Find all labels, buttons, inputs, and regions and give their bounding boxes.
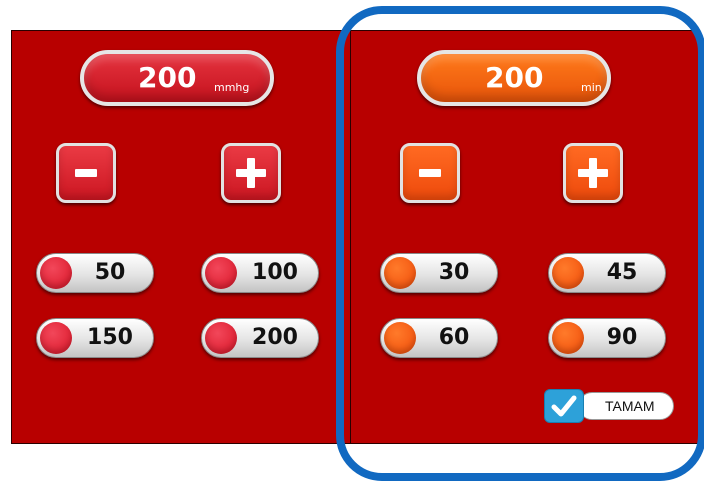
pressure-unit: mmhg	[214, 81, 250, 94]
duration-unit: min	[581, 81, 602, 94]
confirm-button[interactable]: TAMAM	[544, 389, 674, 423]
plus-icon	[236, 158, 266, 188]
radio-dot-icon	[40, 257, 72, 289]
preset-label: 150	[87, 325, 133, 350]
pressure-preset-50[interactable]: 50	[36, 253, 154, 293]
pressure-plus-button[interactable]	[221, 143, 281, 203]
minus-icon	[75, 169, 97, 177]
preset-label: 200	[252, 325, 298, 350]
pressure-display: 200 mmhg	[80, 50, 274, 106]
radio-dot-icon	[205, 322, 237, 354]
radio-dot-icon	[205, 257, 237, 289]
duration-preset-30[interactable]: 30	[380, 253, 498, 293]
radio-dot-icon	[40, 322, 72, 354]
duration-plus-button[interactable]	[563, 143, 623, 203]
duration-preset-60[interactable]: 60	[380, 318, 498, 358]
preset-label: 90	[606, 325, 638, 350]
checkbox-checked-icon[interactable]	[544, 389, 584, 423]
duration-value: 200	[485, 61, 544, 94]
pressure-preset-100[interactable]: 100	[201, 253, 319, 293]
preset-label: 100	[252, 260, 298, 285]
pressure-value: 200	[138, 61, 197, 94]
pressure-preset-150[interactable]: 150	[36, 318, 154, 358]
preset-label: 30	[438, 260, 470, 285]
pressure-minus-button[interactable]	[56, 143, 116, 203]
pressure-preset-200[interactable]: 200	[201, 318, 319, 358]
radio-dot-icon	[384, 322, 416, 354]
minus-icon	[419, 169, 441, 177]
radio-dot-icon	[384, 257, 416, 289]
duration-preset-45[interactable]: 45	[548, 253, 666, 293]
radio-dot-icon	[552, 322, 584, 354]
duration-preset-90[interactable]: 90	[548, 318, 666, 358]
preset-label: 60	[438, 325, 470, 350]
radio-dot-icon	[552, 257, 584, 289]
preset-label: 45	[606, 260, 638, 285]
duration-display: 200 min	[417, 50, 611, 106]
duration-minus-button[interactable]	[400, 143, 460, 203]
preset-label: 50	[94, 260, 126, 285]
plus-icon	[578, 158, 608, 188]
confirm-label: TAMAM	[578, 392, 674, 420]
